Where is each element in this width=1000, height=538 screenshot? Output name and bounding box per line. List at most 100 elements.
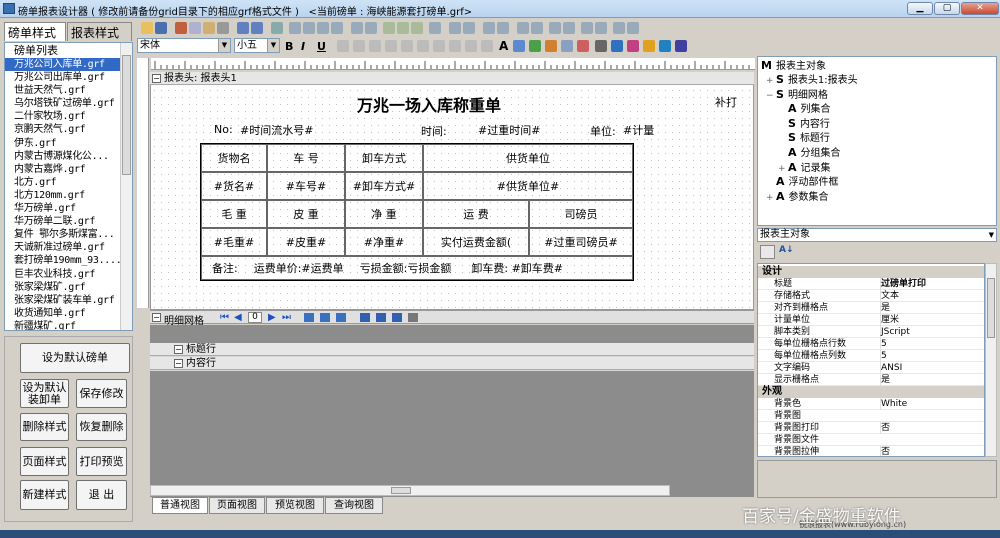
property-value[interactable]: ANSI <box>880 362 902 374</box>
serial-field[interactable]: #时间流水号# <box>240 122 313 138</box>
paste-icon[interactable] <box>203 22 215 34</box>
tree-node[interactable]: + S 报表头1:报表头 <box>766 74 858 87</box>
bold-button[interactable]: B <box>285 40 293 53</box>
table-cell[interactable]: #净重# <box>345 228 423 256</box>
template-list-item[interactable]: 天诚新准过磅单.grf <box>5 241 121 254</box>
collapse-icon[interactable]: − <box>174 345 183 354</box>
tab-preview-view[interactable]: 预览视图 <box>266 497 324 514</box>
lock-icon[interactable] <box>429 22 441 34</box>
chart-icon[interactable] <box>627 40 639 52</box>
collapse-icon[interactable]: − <box>152 74 161 83</box>
minimize-button[interactable]: ▁ <box>907 2 933 15</box>
delete-style-button[interactable]: 删除样式 <box>20 413 69 441</box>
undo-icon[interactable] <box>237 22 249 34</box>
split-icon[interactable] <box>595 22 607 34</box>
align-center-icon[interactable] <box>303 22 315 34</box>
same-size-icon[interactable] <box>411 22 423 34</box>
property-row[interactable]: 背景色 White <box>758 398 984 410</box>
property-value[interactable]: 是 <box>880 374 890 386</box>
template-list-item[interactable]: 北方.grf <box>5 176 121 189</box>
property-row[interactable]: 计量单位 厘米 <box>758 314 984 326</box>
text-center-icon[interactable] <box>353 40 365 52</box>
insert-row-icon[interactable] <box>613 22 625 34</box>
select-icon[interactable] <box>271 22 283 34</box>
page-number-input[interactable]: 0 <box>248 312 262 323</box>
insert-col-icon[interactable] <box>627 22 639 34</box>
line-icon[interactable] <box>595 40 607 52</box>
template-list-item[interactable]: 北方120mm.grf <box>5 189 121 202</box>
object-select[interactable]: 报表主对象 ▼ <box>757 228 997 242</box>
template-list-item[interactable]: 二什家牧场.grf <box>5 110 121 123</box>
template-list-item[interactable]: 套打磅单190mm_93.... <box>5 254 121 267</box>
table-cell[interactable]: 实付运费金额( <box>423 228 529 256</box>
table-cell[interactable]: #供货单位# <box>423 172 633 200</box>
align-middle-icon[interactable] <box>351 22 363 34</box>
font-size-select[interactable]: 小五 ▼ <box>234 38 280 53</box>
unit-price-field[interactable]: 运费单价:#运费单 <box>254 260 344 276</box>
template-list-item[interactable]: 万兆公司入库单.grf <box>5 58 121 72</box>
property-row[interactable]: 存储格式 文本 <box>758 290 984 302</box>
column-icon[interactable] <box>360 313 370 322</box>
border-none-icon[interactable] <box>449 40 461 52</box>
template-list-item[interactable]: 张家梁煤矿装车单.grf <box>5 294 121 307</box>
no-label[interactable]: No: <box>214 123 233 136</box>
table-cell[interactable]: #货名# <box>201 172 267 200</box>
table-cell[interactable]: 净 重 <box>345 200 423 228</box>
unit-field[interactable]: #计量 <box>623 122 654 138</box>
text-left-icon[interactable] <box>337 40 349 52</box>
tree-node[interactable]: A 浮动部件框 <box>766 176 839 189</box>
property-value[interactable]: 厘米 <box>880 314 899 326</box>
new-style-button[interactable]: 新建样式 <box>20 480 69 510</box>
property-row[interactable]: 背景图拉伸 否 <box>758 446 984 456</box>
redo-icon[interactable] <box>251 22 263 34</box>
memo-box-icon[interactable] <box>577 40 589 52</box>
table-cell[interactable]: 运 费 <box>423 200 529 228</box>
loss-amount-field[interactable]: 亏损金额:亏损金额 <box>360 260 452 276</box>
table-cell[interactable]: 皮 重 <box>267 200 345 228</box>
grid-lines-icon[interactable] <box>408 313 418 322</box>
property-value[interactable]: 5 <box>880 338 887 350</box>
table-cell[interactable]: 供货单位 <box>423 144 633 172</box>
next-page-icon[interactable]: ▶ <box>268 312 276 323</box>
text-right-icon[interactable] <box>369 40 381 52</box>
align-top-icon[interactable] <box>331 22 343 34</box>
static-text-icon[interactable]: A <box>499 39 508 53</box>
picture-icon[interactable] <box>513 40 525 52</box>
table-cell[interactable]: #车号# <box>267 172 345 200</box>
grid-icon[interactable] <box>549 22 561 34</box>
reprint-label[interactable]: 补打 <box>715 94 737 110</box>
tree-node[interactable]: A 分组集合 <box>778 147 841 160</box>
property-row[interactable]: 显示栅格点 是 <box>758 374 984 386</box>
send-back-icon[interactable] <box>531 22 543 34</box>
tree-node[interactable]: S 标题行 <box>778 132 830 145</box>
tree-node[interactable]: + A 记录集 <box>778 161 831 175</box>
collapse-icon[interactable]: − <box>174 359 183 368</box>
remark-row[interactable]: 备注: 运费单价:#运费单 亏损金额:亏损金额 卸车费: #卸车费# <box>201 256 633 280</box>
template-list-item[interactable]: 张家梁煤矿.grf <box>5 281 121 294</box>
title-row-band[interactable]: − 标题行 <box>150 343 754 356</box>
expand-icon[interactable]: + <box>778 163 788 175</box>
template-list-item[interactable]: 伊东.grf <box>5 137 121 150</box>
summary-icon[interactable] <box>545 40 557 52</box>
template-list-item[interactable]: 收货通知单.grf <box>5 307 121 320</box>
save-changes-button[interactable]: 保存修改 <box>76 379 127 408</box>
expand-icon[interactable]: − <box>766 90 776 102</box>
same-width-icon[interactable] <box>383 22 395 34</box>
unload-fee-field[interactable]: 卸车费: #卸车费# <box>471 260 563 276</box>
center-v-icon[interactable] <box>497 22 509 34</box>
template-list-item[interactable]: 世益天然气.grf <box>5 84 121 97</box>
rich-text-icon[interactable] <box>675 40 687 52</box>
tab-report-style[interactable]: 报表样式 <box>67 22 132 41</box>
table-icon[interactable] <box>563 22 575 34</box>
center-h-icon[interactable] <box>483 22 495 34</box>
tree-node[interactable]: S 内容行 <box>778 117 830 131</box>
template-list-item[interactable]: 乌尔塔铁矿过磅单.grf <box>5 97 121 110</box>
property-value[interactable]: 否 <box>880 422 890 434</box>
bring-front-icon[interactable] <box>517 22 529 34</box>
property-value[interactable]: JScript <box>880 326 910 338</box>
table-cell[interactable]: #过重司磅员# <box>529 228 633 256</box>
tree-node[interactable]: − S 明细网格 <box>766 88 828 102</box>
print-preview-button[interactable]: 打印预览 <box>76 447 127 476</box>
expand-icon[interactable]: + <box>766 192 776 204</box>
template-list-item[interactable]: 内蒙古博源煤化公... <box>5 150 121 163</box>
